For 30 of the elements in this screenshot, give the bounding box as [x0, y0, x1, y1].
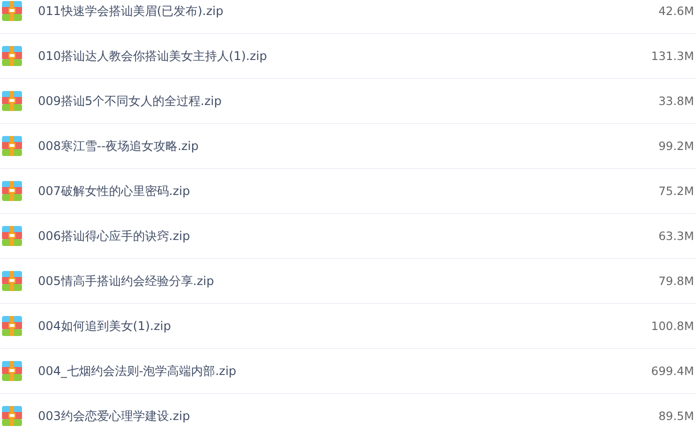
archive-icon [2, 91, 22, 111]
file-size: 42.6M [658, 4, 694, 18]
archive-icon [2, 181, 22, 201]
file-name[interactable]: 004_七烟约会法则-泡学高端内部.zip [38, 362, 652, 380]
archive-icon [2, 226, 22, 246]
file-name[interactable]: 008寒江雪--夜场追女攻略.zip [38, 138, 658, 154]
file-size: 100.8M [651, 319, 694, 333]
file-size: 33.8M [658, 94, 694, 108]
file-name[interactable]: 010搭讪达人教会你搭讪美女主持人(1).zip [38, 48, 652, 64]
file-size: 131.3M [651, 49, 694, 63]
file-name[interactable]: 007破解女性的心里密码.zip [38, 182, 658, 200]
file-name[interactable]: 009搭讪5个不同女人的全过程.zip [38, 92, 658, 110]
archive-icon [2, 136, 22, 156]
file-size: 89.5M [658, 409, 694, 423]
archive-icon [2, 361, 22, 381]
file-size: 63.3M [658, 229, 694, 243]
archive-icon [2, 406, 22, 426]
file-size: 699.4M [651, 364, 694, 378]
file-size: 75.2M [658, 184, 694, 198]
file-size: 99.2M [658, 139, 694, 153]
archive-icon [2, 316, 22, 336]
archive-icon [2, 1, 22, 21]
file-name[interactable]: 003约会恋爱心理学建设.zip [38, 408, 658, 424]
file-name[interactable]: 006搭讪得心应手的诀窍.zip [38, 228, 658, 244]
file-name[interactable]: 005情高手搭讪约会经验分享.zip [38, 272, 658, 290]
archive-icon [2, 46, 22, 66]
file-name[interactable]: 011快速学会搭讪美眉(已发布).zip [38, 2, 658, 20]
file-size: 79.8M [658, 274, 694, 288]
archive-icon [2, 271, 22, 291]
file-name[interactable]: 004如何追到美女(1).zip [38, 318, 652, 334]
